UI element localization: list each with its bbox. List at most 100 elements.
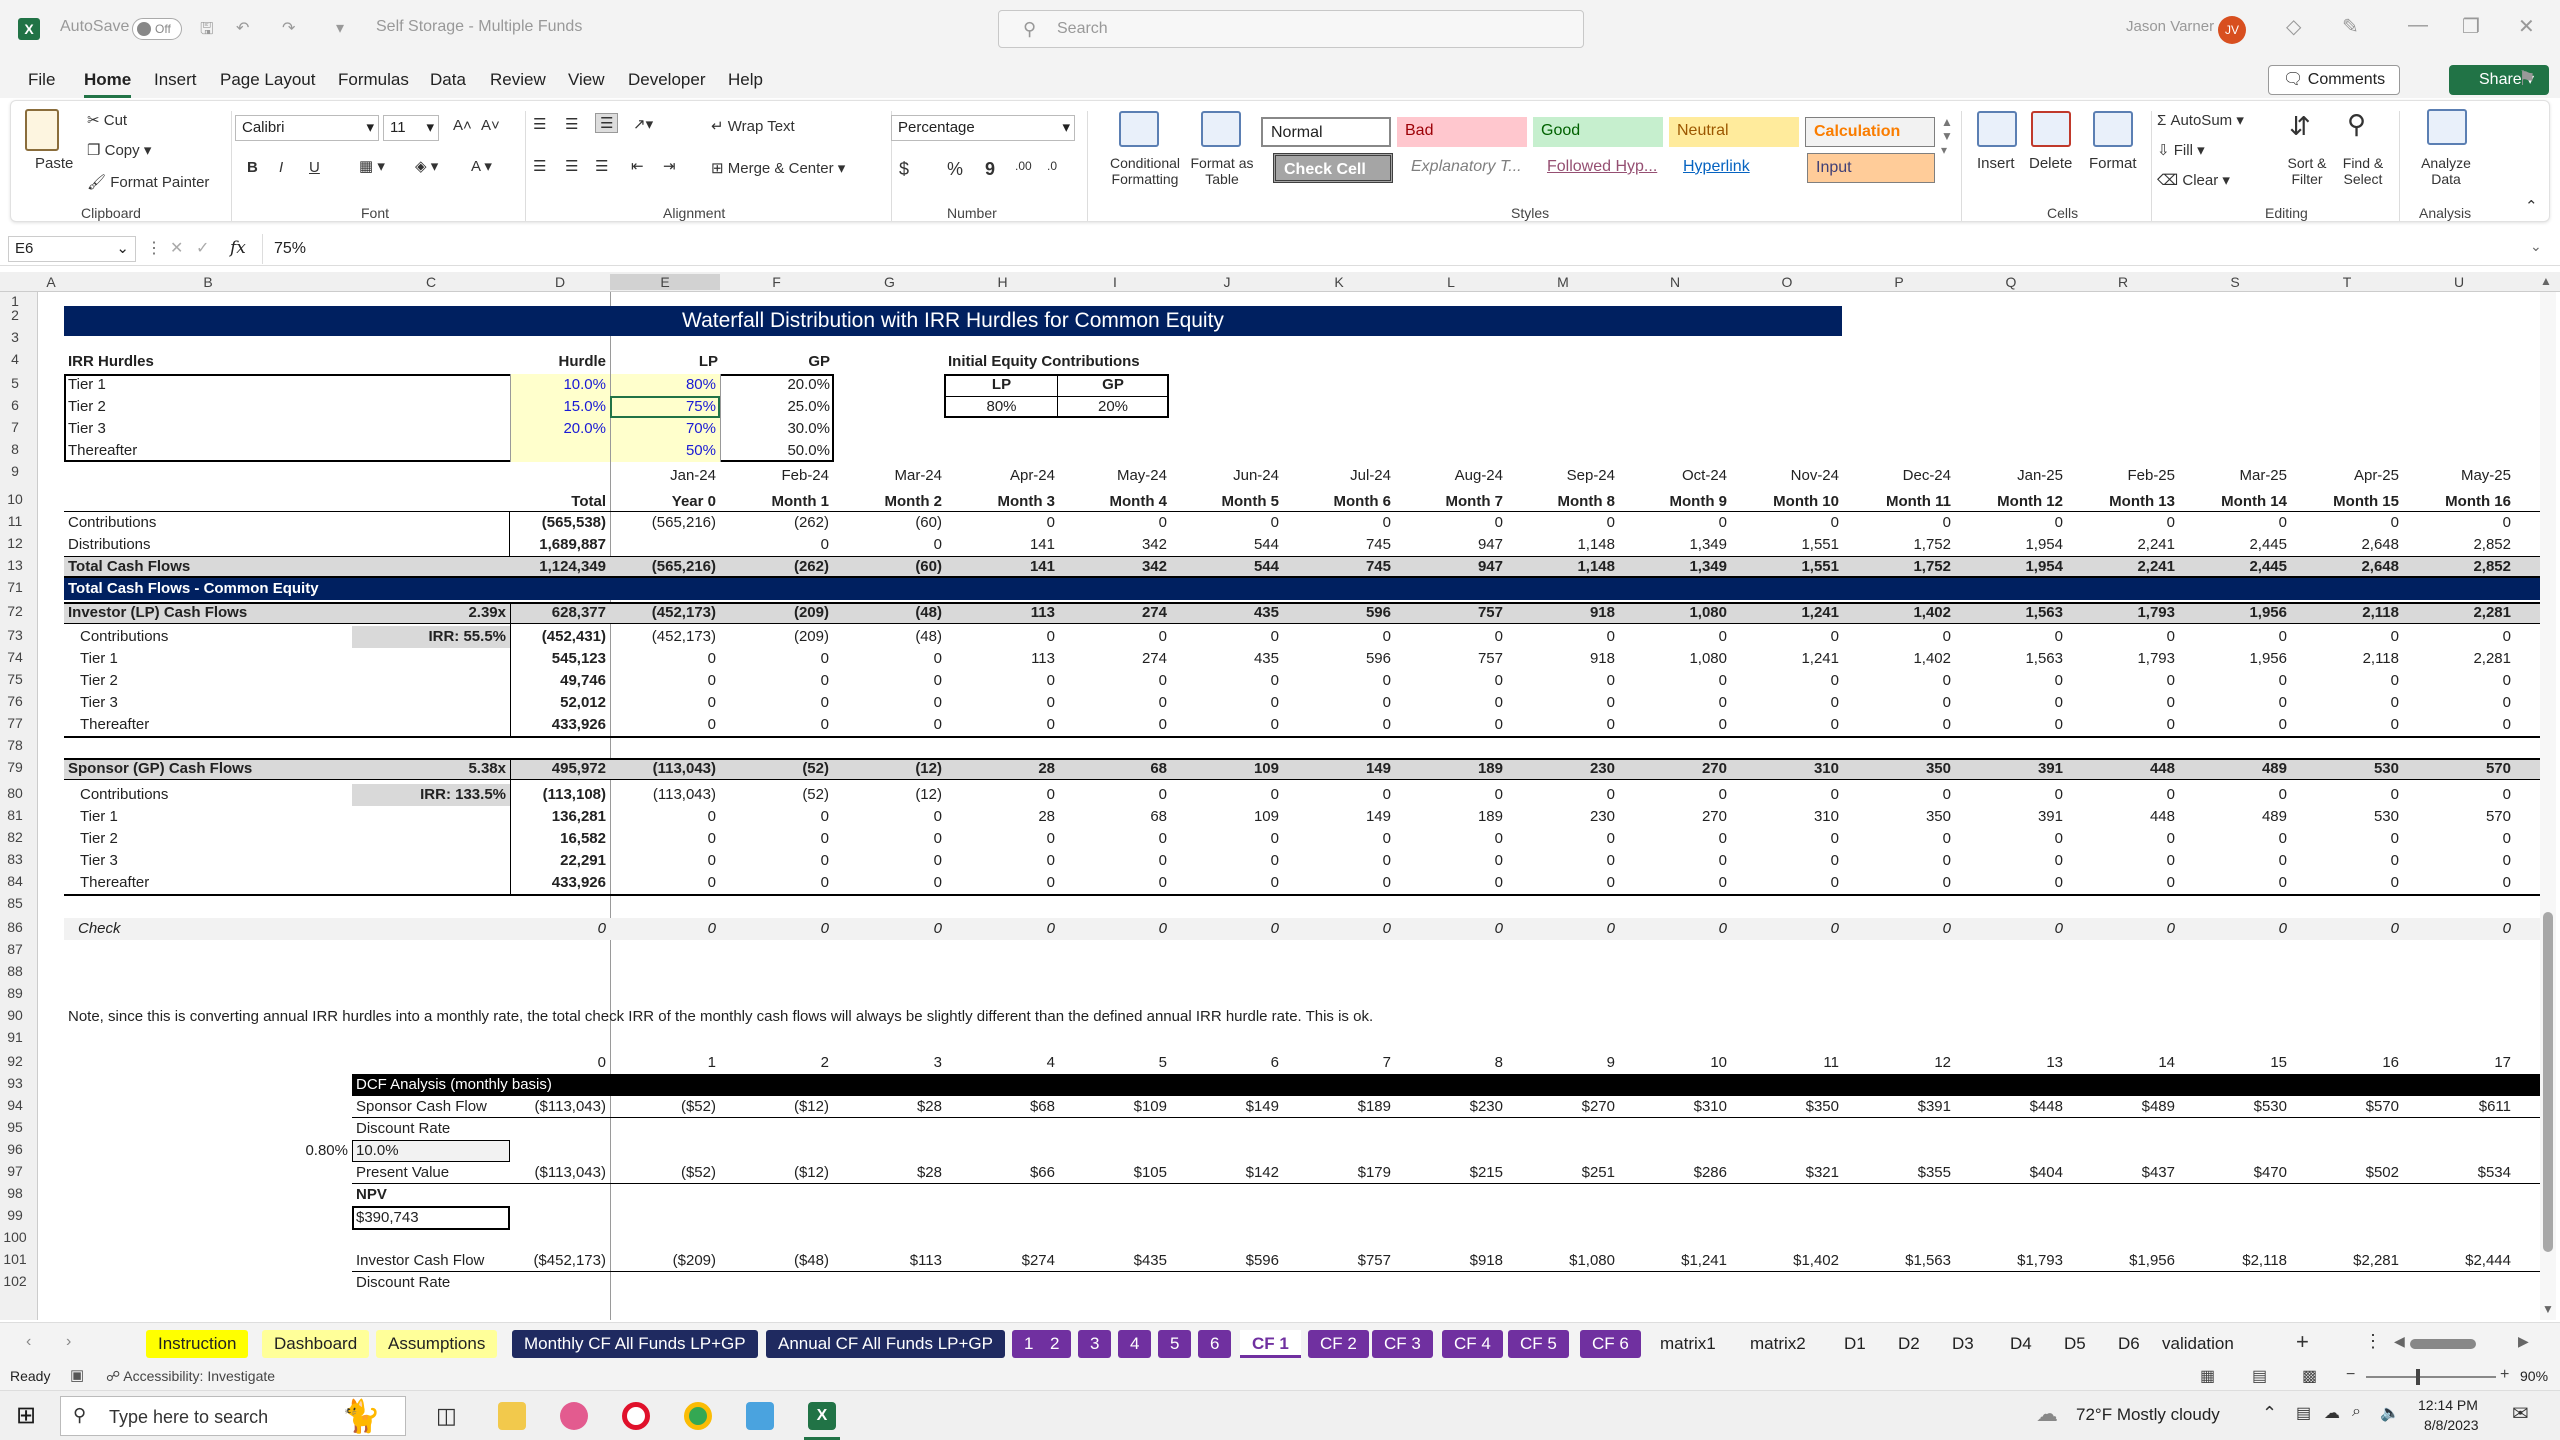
dcf-period-number[interactable]: 10 [1619, 1053, 1727, 1073]
menu-formulas[interactable]: Formulas [338, 70, 409, 90]
value-cell[interactable]: 0 [2403, 851, 2511, 871]
dcf-sponsor-value[interactable]: $149 [1171, 1097, 1279, 1117]
row-header[interactable]: 83 [0, 851, 30, 867]
dcf-pv-value[interactable]: $437 [2067, 1163, 2175, 1183]
value-cell[interactable]: 0 [1283, 693, 1391, 713]
col-header-G[interactable]: G [833, 274, 946, 290]
month-header[interactable]: Jan-24 [610, 466, 716, 486]
opera-icon[interactable] [622, 1402, 650, 1430]
value-cell[interactable]: 0 [1283, 785, 1391, 805]
enter-icon[interactable]: ✓ [196, 238, 209, 258]
increase-indent-icon[interactable]: ⇥ [663, 157, 676, 175]
value-cell[interactable]: 0 [2179, 829, 2287, 849]
paste-icon[interactable] [25, 109, 59, 151]
dcf-investor-label[interactable]: Investor Cash Flow [356, 1251, 516, 1271]
value-cell[interactable]: 0 [2067, 513, 2175, 533]
menu-insert[interactable]: Insert [154, 70, 197, 90]
dcf-pv-value[interactable]: ($52) [610, 1163, 716, 1183]
check-label[interactable]: Check [78, 919, 278, 939]
value-cell[interactable]: 0 [610, 873, 716, 893]
month-header[interactable]: Dec-24 [1843, 466, 1951, 486]
month-header[interactable]: Sep-24 [1507, 466, 1615, 486]
value-cell[interactable]: 1,793 [2067, 649, 2175, 669]
snipping-tool-icon[interactable] [560, 1402, 588, 1430]
style-followed-hyperlink[interactable]: Followed Hyp... [1539, 153, 1669, 183]
value-cell[interactable]: 0 [1731, 627, 1839, 647]
row-header[interactable]: 93 [0, 1075, 30, 1091]
dcf-pv-value[interactable]: ($12) [720, 1163, 829, 1183]
style-normal[interactable]: Normal [1261, 117, 1391, 147]
zoom-in-icon[interactable]: + [2500, 1366, 2509, 1384]
dcf-pv-value[interactable]: $28 [833, 1163, 942, 1183]
row-header[interactable]: 80 [0, 785, 30, 801]
dcf-investor-value[interactable]: $274 [946, 1251, 1055, 1271]
row-label[interactable]: Distributions [68, 535, 348, 555]
value-cell[interactable]: 596 [1283, 649, 1391, 669]
prev-sheet-icon[interactable]: ‹ [26, 1333, 31, 1351]
sheet-tab[interactable]: Annual CF All Funds LP+GP [766, 1330, 1005, 1358]
check-value[interactable]: 0 [1059, 919, 1167, 939]
sheet-tab[interactable]: CF 1 [1240, 1330, 1301, 1358]
dcf-pv-value[interactable]: $105 [1059, 1163, 1167, 1183]
hurdle-rate[interactable]: 15.0% [510, 397, 606, 417]
value-cell[interactable]: (209) [720, 603, 829, 623]
align-middle-icon[interactable]: ☰ [565, 115, 578, 133]
value-cell[interactable]: 0 [1731, 873, 1839, 893]
decrease-decimal-icon[interactable]: .0 [1047, 159, 1057, 173]
value-cell[interactable]: 1,241 [1731, 603, 1839, 623]
value-cell[interactable]: 0 [1843, 851, 1951, 871]
value-cell[interactable]: 1,148 [1507, 557, 1615, 577]
value-cell[interactable]: 0 [1395, 785, 1503, 805]
wrap-text-button[interactable]: ↵ Wrap Text [711, 117, 795, 135]
value-cell[interactable]: 435 [1171, 649, 1279, 669]
value-cell[interactable]: (113,043) [610, 759, 716, 779]
dcf-investor-value[interactable]: $1,793 [1955, 1251, 2063, 1271]
row-header[interactable]: 82 [0, 829, 30, 845]
insert-cells-button[interactable]: Insert [1977, 155, 2015, 172]
add-sheet-icon[interactable]: + [2296, 1329, 2309, 1355]
sheet-tab[interactable]: 4 [1118, 1330, 1152, 1358]
row-header[interactable]: 10 [0, 491, 30, 507]
value-cell[interactable]: 1,956 [2179, 649, 2287, 669]
value-cell[interactable]: 0 [1283, 873, 1391, 893]
value-cell[interactable]: (48) [833, 603, 942, 623]
value-cell[interactable]: 0 [1283, 829, 1391, 849]
value-cell[interactable]: 28 [946, 759, 1055, 779]
hurdles-header[interactable]: IRR Hurdles [68, 352, 268, 372]
col-header-N[interactable]: N [1619, 274, 1731, 290]
row-label[interactable]: Tier 3 [80, 851, 340, 871]
period-header[interactable]: Month 16 [2403, 492, 2511, 512]
hurdle-tier-label[interactable]: Tier 1 [68, 375, 268, 395]
value-cell[interactable]: 109 [1171, 807, 1279, 827]
menu-view[interactable]: View [568, 70, 605, 90]
value-cell[interactable]: 0 [720, 693, 829, 713]
period-header[interactable]: Month 13 [2067, 492, 2175, 512]
value-cell[interactable]: 448 [2067, 807, 2175, 827]
dcf-investor-value[interactable]: $2,444 [2403, 1251, 2511, 1271]
value-cell[interactable]: 0 [946, 627, 1055, 647]
dcf-investor-value[interactable]: $918 [1395, 1251, 1503, 1271]
expand-formula-icon[interactable]: ⌄ [2530, 238, 2542, 255]
restore-icon[interactable]: ❐ [2462, 14, 2480, 39]
value-cell[interactable]: 0 [610, 807, 716, 827]
value-cell[interactable]: 757 [1395, 603, 1503, 623]
value-cell[interactable]: 0 [2179, 671, 2287, 691]
value-cell[interactable]: 570 [2403, 807, 2511, 827]
value-cell[interactable]: 391 [1955, 807, 2063, 827]
dcf-monthly-rate[interactable]: 0.80% [260, 1141, 348, 1161]
value-cell[interactable]: 0 [2403, 715, 2511, 735]
menu-file[interactable]: File [28, 70, 55, 90]
value-cell[interactable]: 0 [2291, 513, 2399, 533]
check-value[interactable]: 0 [1283, 919, 1391, 939]
row-total[interactable]: 16,582 [510, 829, 606, 849]
dcf-sponsor-value[interactable]: $310 [1619, 1097, 1727, 1117]
conditional-formatting-button[interactable]: Conditional Formatting [1095, 155, 1195, 187]
dcf-investor-value[interactable]: $596 [1171, 1251, 1279, 1271]
dcf-period-number[interactable]: 15 [2179, 1053, 2287, 1073]
hurdle-tier-label[interactable]: Tier 3 [68, 419, 268, 439]
value-cell[interactable]: 0 [1171, 693, 1279, 713]
hurdles-header-gp[interactable]: GP [720, 352, 830, 372]
month-header[interactable]: May-24 [1059, 466, 1167, 486]
row-header[interactable]: 90 [0, 1007, 30, 1023]
value-cell[interactable]: 0 [833, 649, 942, 669]
